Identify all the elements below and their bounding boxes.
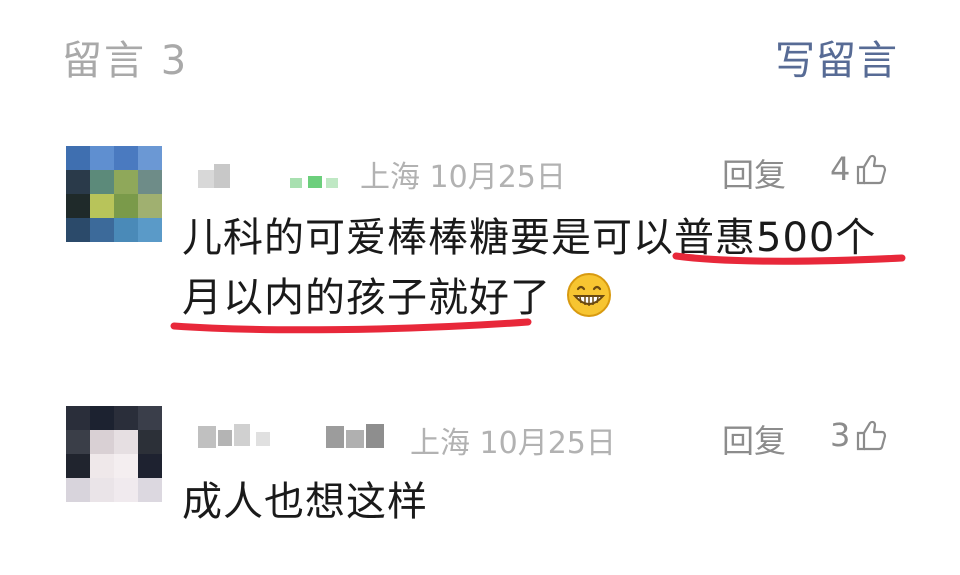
reply-button[interactable]: 回复 bbox=[722, 150, 786, 196]
comment-text-line: 儿科的可爱棒棒糖要是可以普惠500个 bbox=[182, 215, 877, 261]
like-button[interactable]: 3 bbox=[830, 416, 888, 454]
like-button[interactable]: 4 bbox=[830, 150, 888, 188]
comment-text-line: 成人也想这样 bbox=[182, 479, 428, 525]
grinning-face-icon bbox=[566, 273, 611, 317]
comment-text: 儿科的可爱棒棒糖要是可以普惠500个 月以内的孩子就好了 bbox=[182, 208, 876, 328]
thumbs-up-icon bbox=[857, 154, 887, 185]
avatar[interactable] bbox=[66, 406, 162, 502]
like-count: 3 bbox=[830, 416, 851, 454]
comment-count-label: 留言 3 bbox=[62, 38, 189, 84]
reply-button[interactable]: 回复 bbox=[722, 416, 786, 462]
comment-text: 成人也想这样 bbox=[182, 472, 428, 532]
write-comment-button[interactable]: 写留言 bbox=[775, 28, 898, 86]
thumbs-up-icon bbox=[857, 420, 887, 451]
comment-location-date: 上海 10月25日 bbox=[410, 426, 616, 461]
nickname-blurred[interactable] bbox=[190, 150, 350, 194]
nickname-blurred[interactable] bbox=[190, 410, 410, 454]
avatar[interactable] bbox=[66, 146, 162, 242]
comment-location-date: 上海 10月25日 bbox=[360, 160, 566, 195]
like-count: 4 bbox=[830, 150, 851, 188]
comment-text-line-wrap: 月以内的孩子就好了 bbox=[182, 268, 876, 328]
comment-text-line: 月以内的孩子就好了 bbox=[182, 275, 551, 321]
